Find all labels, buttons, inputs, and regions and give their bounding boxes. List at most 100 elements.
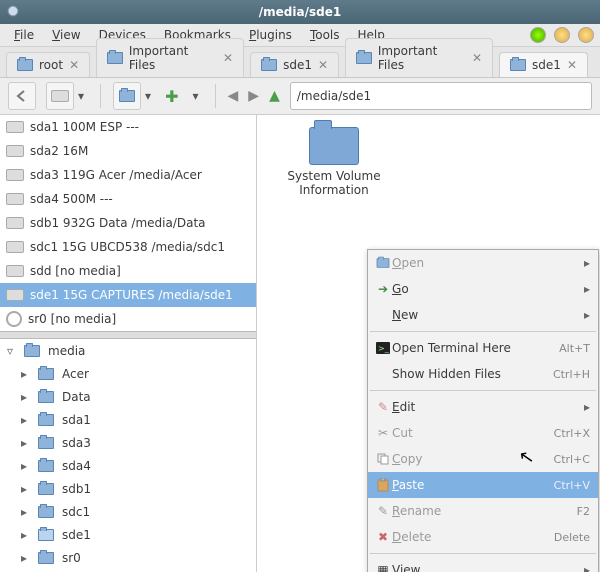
expand-icon[interactable]: ▸ (18, 367, 30, 381)
tab[interactable]: root✕ (6, 52, 90, 77)
device-row[interactable]: sda1 100M ESP --- (0, 115, 256, 139)
add-icon[interactable]: ✚ (165, 87, 178, 106)
close-icon[interactable]: ✕ (318, 58, 328, 72)
tree-row[interactable]: ▸ sda1 (0, 408, 256, 431)
window-menu-icon[interactable] (6, 4, 20, 18)
file-item[interactable]: System Volume Information (279, 127, 389, 197)
pane-splitter[interactable] (0, 331, 256, 339)
open-folder-button[interactable] (113, 82, 141, 110)
disc-icon (6, 311, 22, 327)
device-label: sde1 15G CAPTURES /media/sde1 (30, 288, 233, 302)
tree-row[interactable]: ▸sdb1 (0, 477, 256, 500)
menu-item-accel: Ctrl+X (554, 427, 590, 440)
file-view[interactable]: System Volume Information Open➔GoNew>_Op… (257, 115, 600, 572)
device-row[interactable]: sde1 15G CAPTURES /media/sde1 (0, 283, 256, 307)
view-icon: ▦ (374, 563, 392, 572)
menu-item-label: Rename (392, 504, 577, 518)
tab[interactable]: Important Files✕ (345, 38, 493, 77)
menu-tools[interactable]: Tools (302, 26, 348, 44)
tree-row[interactable]: ▸sde1 (0, 523, 256, 546)
nav-right-icon[interactable]: ▶ (248, 88, 259, 104)
menu-item-label: Copy (392, 452, 554, 466)
tabbar: root✕Important Files✕sde1✕Important File… (0, 47, 600, 78)
drive-button[interactable] (46, 82, 74, 110)
folder-icon (38, 529, 54, 541)
copy-icon (374, 453, 392, 465)
tree-row[interactable]: ▸ Data (0, 385, 256, 408)
device-row[interactable]: sda2 16M (0, 139, 256, 163)
context-menu-item[interactable]: >_Open Terminal HereAlt+T (368, 335, 598, 361)
expand-icon[interactable]: ▸ (18, 390, 30, 404)
left-pane: sda1 100M ESP --- sda2 16Msda3 119G Acer … (0, 115, 257, 572)
tree-row[interactable]: ▸Acer (0, 362, 256, 385)
folder-icon (38, 460, 54, 472)
context-menu-item[interactable]: Show Hidden FilesCtrl+H (368, 361, 598, 387)
context-menu-item[interactable]: ▦View (368, 557, 598, 572)
device-label: sda4 500M --- (30, 192, 113, 206)
folder-icon (38, 391, 54, 403)
tree-row[interactable]: ▸sda4 (0, 454, 256, 477)
device-row[interactable]: sda4 500M --- (0, 187, 256, 211)
folder-icon (38, 506, 54, 518)
expand-icon[interactable]: ▸ (18, 505, 30, 519)
context-menu-item[interactable]: New (368, 302, 598, 328)
menu-plugins[interactable]: Plugins (241, 26, 300, 44)
context-menu-item[interactable]: PasteCtrl+V (368, 472, 598, 498)
collapse-icon[interactable]: ▿ (4, 344, 16, 358)
back-button[interactable] (8, 82, 36, 110)
tree-row[interactable]: ▸sdc1 (0, 500, 256, 523)
folder-icon (38, 368, 54, 380)
nav-up-icon[interactable]: ▲ (269, 88, 280, 104)
device-label: sda1 100M ESP --- (30, 120, 139, 134)
expand-icon[interactable]: ▸ (18, 436, 30, 450)
menu-file[interactable]: File (6, 26, 42, 44)
tree-row[interactable]: ▸sr0 (0, 546, 256, 569)
close-icon[interactable]: ✕ (223, 51, 233, 65)
device-label: sdd [no media] (30, 264, 121, 278)
context-menu-item[interactable]: ✎Edit (368, 394, 598, 420)
toolbar: ▾ ▾ ✚▾ ◀ ▶ ▲ /media/sde1 (0, 78, 600, 115)
path-input[interactable]: /media/sde1 (290, 82, 592, 110)
device-row[interactable]: sda3 119G Acer /media/Acer (0, 163, 256, 187)
tab[interactable]: sde1✕ (250, 52, 339, 77)
device-row[interactable]: sr0 [no media] (0, 307, 256, 331)
drive-icon (6, 265, 24, 277)
menu-item-accel: Ctrl+V (554, 479, 590, 492)
led-amber-1-icon (554, 27, 570, 43)
expand-icon[interactable]: ▸ (18, 482, 30, 496)
tree-label: Data (62, 390, 91, 404)
context-menu-item: ✂CutCtrl+X (368, 420, 598, 446)
folder-icon (356, 52, 372, 64)
tree-label: sda1 (62, 413, 91, 427)
paste-icon (374, 478, 392, 492)
expand-icon[interactable]: ▸ (18, 528, 30, 542)
folder-dropdown-icon[interactable]: ▾ (141, 89, 155, 103)
expand-icon[interactable]: ▸ (18, 413, 30, 427)
close-icon[interactable]: ✕ (69, 58, 79, 72)
tree-row[interactable]: ▸sda3 (0, 431, 256, 454)
tree-row[interactable]: ▿media (0, 339, 256, 362)
menu-item-accel: F2 (577, 505, 590, 518)
expand-icon[interactable]: ▸ (18, 551, 30, 565)
close-icon[interactable]: ✕ (567, 58, 577, 72)
context-menu-item: ✎RenameF2 (368, 498, 598, 524)
device-row[interactable]: sdb1 932G Data /media/Data (0, 211, 256, 235)
close-icon[interactable]: ✕ (472, 51, 482, 65)
device-row[interactable]: sdd [no media] (0, 259, 256, 283)
folder-icon (261, 59, 277, 71)
folder-icon (38, 437, 54, 449)
tab-label: sde1 (532, 58, 561, 72)
expand-icon[interactable]: ▸ (18, 459, 30, 473)
drive-dropdown-icon[interactable]: ▾ (74, 89, 88, 103)
nav-left-icon[interactable]: ◀ (228, 88, 239, 104)
edit-icon: ✎ (374, 400, 392, 414)
context-menu-item[interactable]: ➔Go (368, 276, 598, 302)
device-row[interactable]: sdc1 15G UBCD538 /media/sdc1 (0, 235, 256, 259)
tab[interactable]: sde1 ✕ (499, 52, 588, 77)
menu-item-label: Cut (392, 426, 554, 440)
led-amber-2-icon (578, 27, 594, 43)
tab[interactable]: Important Files✕ (96, 38, 244, 77)
menu-view[interactable]: View (44, 26, 88, 44)
menu-item-label: Paste (392, 478, 554, 492)
context-menu-item: ✖DeleteDelete (368, 524, 598, 550)
